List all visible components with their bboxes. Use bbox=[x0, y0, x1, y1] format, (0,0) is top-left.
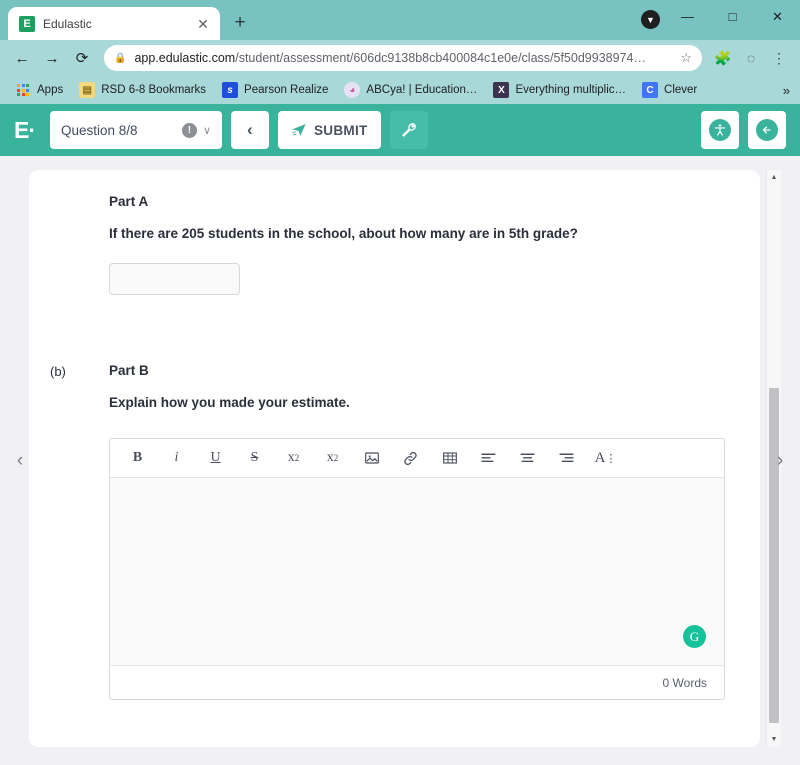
link-icon[interactable] bbox=[401, 447, 420, 469]
submit-button[interactable]: SUBMIT bbox=[278, 111, 381, 149]
bookmark-label: Clever bbox=[664, 84, 698, 96]
scroll-up-icon[interactable]: ▲ bbox=[767, 170, 781, 185]
reload-icon[interactable]: ⟳ bbox=[68, 44, 96, 72]
close-icon[interactable]: ✕ bbox=[194, 15, 212, 33]
editor-toolbar: B i U S x2 x2 A ⋮ bbox=[110, 439, 724, 478]
bookmarks-overflow-icon[interactable]: » bbox=[783, 83, 790, 98]
extensions-icon[interactable]: 🧩 bbox=[710, 45, 736, 71]
bookmark-star-icon[interactable]: ☆ bbox=[680, 50, 692, 66]
bookmark-label: RSD 6-8 Bookmarks bbox=[101, 84, 207, 96]
folder-icon: ▤ bbox=[79, 82, 96, 98]
assessment-header: E· Question 8/8 ! ∨ ‹ SUBMIT bbox=[0, 104, 800, 156]
window-close-icon[interactable]: ✕ bbox=[755, 0, 800, 33]
window-controls: — □ ✕ bbox=[665, 0, 800, 33]
editor-text-area[interactable]: G bbox=[110, 478, 724, 665]
clever-icon: C bbox=[642, 82, 659, 98]
part-a-answer-input[interactable] bbox=[109, 263, 240, 295]
x-site-icon: X bbox=[493, 82, 510, 98]
bold-icon[interactable]: B bbox=[128, 447, 147, 469]
wrench-icon bbox=[401, 123, 416, 137]
question-card: Part A If there are 205 students in the … bbox=[29, 170, 760, 747]
tab-strip: E Edulastic ✕ + ▼ — □ ✕ bbox=[0, 0, 800, 40]
lock-icon: 🔒 bbox=[114, 52, 127, 64]
bookmark-label: ABCya! | Education… bbox=[366, 84, 478, 96]
question-selector[interactable]: Question 8/8 ! ∨ bbox=[50, 111, 222, 149]
browser-toolbar: ← → ⟳ 🔒 app.edulastic.com/student/assess… bbox=[0, 40, 800, 76]
tab-title: Edulastic bbox=[43, 16, 92, 31]
strikethrough-icon[interactable]: S bbox=[245, 447, 264, 469]
minimize-icon[interactable]: — bbox=[665, 0, 710, 33]
edulastic-icon: E bbox=[19, 15, 35, 32]
forward-icon[interactable]: → bbox=[38, 44, 66, 72]
scroll-down-icon[interactable]: ▼ bbox=[767, 732, 781, 747]
submit-label: SUBMIT bbox=[314, 122, 368, 138]
italic-icon[interactable]: i bbox=[167, 447, 186, 469]
profile-icon[interactable]: ◌ bbox=[738, 45, 764, 71]
url-text: app.edulastic.com/student/assessment/606… bbox=[134, 51, 672, 65]
align-left-icon[interactable] bbox=[479, 447, 498, 469]
chevron-down-icon[interactable]: ∨ bbox=[203, 124, 211, 137]
table-icon[interactable] bbox=[440, 447, 459, 469]
apps-grid-icon bbox=[15, 82, 31, 98]
bookmark-apps[interactable]: Apps bbox=[8, 79, 70, 101]
scrollbar-thumb[interactable] bbox=[769, 388, 779, 723]
accessibility-button[interactable] bbox=[701, 111, 739, 149]
back-icon[interactable]: ← bbox=[8, 44, 36, 72]
part-b-letter: (b) bbox=[50, 364, 66, 379]
grammarly-icon[interactable]: G bbox=[683, 625, 706, 648]
next-item-arrow[interactable]: › bbox=[768, 444, 792, 478]
part-a-prompt: If there are 205 students in the school,… bbox=[109, 226, 578, 241]
question-content: Part A If there are 205 students in the … bbox=[29, 170, 760, 700]
part-a-section: Part A If there are 205 students in the … bbox=[109, 194, 730, 295]
question-stage: ‹ › Part A If there are 205 students in … bbox=[0, 156, 800, 765]
font-options-icon[interactable]: A ⋮ bbox=[595, 447, 617, 469]
paper-plane-icon bbox=[292, 124, 306, 136]
header-right-actions bbox=[701, 111, 786, 149]
bookmark-clever[interactable]: C Clever bbox=[635, 79, 704, 101]
underline-icon[interactable]: U bbox=[206, 447, 225, 469]
bookmarks-bar: Apps ▤ RSD 6-8 Bookmarks s Pearson Reali… bbox=[0, 76, 800, 104]
question-counter: Question 8/8 bbox=[61, 122, 138, 138]
exit-arrow-icon bbox=[756, 119, 778, 141]
new-tab-button[interactable]: + bbox=[226, 9, 254, 37]
pearson-icon: s bbox=[222, 82, 239, 98]
part-b-heading: Part B bbox=[109, 363, 149, 378]
word-count: 0 Words bbox=[662, 675, 707, 690]
subscript-icon[interactable]: x2 bbox=[284, 447, 303, 469]
address-bar[interactable]: 🔒 app.edulastic.com/student/assessment/6… bbox=[104, 45, 702, 71]
bookmark-rsd[interactable]: ▤ RSD 6-8 Bookmarks bbox=[72, 79, 213, 101]
bookmark-label: Everything multiplic… bbox=[515, 84, 627, 96]
bookmark-label: Apps bbox=[37, 84, 64, 96]
url-path: /student/assessment/606dc9138b8cb400084c… bbox=[235, 51, 646, 65]
part-b-prompt: Explain how you made your estimate. bbox=[109, 395, 350, 410]
url-domain: app.edulastic.com bbox=[134, 51, 236, 65]
part-a-heading: Part A bbox=[109, 194, 149, 209]
part-b-section: (b) Part B Explain how you made your est… bbox=[50, 363, 730, 700]
align-center-icon[interactable] bbox=[518, 447, 537, 469]
accessibility-icon bbox=[709, 119, 731, 141]
browser-tab-edulastic[interactable]: E Edulastic ✕ bbox=[8, 7, 220, 40]
browser-window: E Edulastic ✕ + ▼ — □ ✕ ← → ⟳ 🔒 app.edul… bbox=[0, 0, 800, 765]
tools-button[interactable] bbox=[389, 111, 428, 149]
exit-assessment-button[interactable] bbox=[748, 111, 786, 149]
abcya-icon: ◕ bbox=[344, 82, 361, 98]
edulastic-logo[interactable]: E· bbox=[14, 117, 36, 144]
editor-footer: 0 Words bbox=[110, 665, 724, 699]
download-indicator-icon[interactable]: ▼ bbox=[641, 10, 660, 29]
previous-item-arrow[interactable]: ‹ bbox=[8, 444, 32, 478]
rich-text-editor: B i U S x2 x2 A ⋮ G 0 Words bbox=[109, 438, 725, 700]
bookmark-pearson[interactable]: s Pearson Realize bbox=[215, 79, 335, 101]
image-icon[interactable] bbox=[362, 447, 381, 469]
bookmark-everything-multiplication[interactable]: X Everything multiplic… bbox=[486, 79, 633, 101]
bookmark-label: Pearson Realize bbox=[244, 84, 329, 96]
superscript-icon[interactable]: x2 bbox=[323, 447, 342, 469]
browser-menu-icon[interactable]: ⋮ bbox=[766, 45, 792, 71]
info-icon[interactable]: ! bbox=[181, 122, 197, 138]
previous-question-button[interactable]: ‹ bbox=[231, 111, 269, 149]
chevron-left-icon: ‹ bbox=[247, 120, 253, 139]
align-right-icon[interactable] bbox=[557, 447, 576, 469]
maximize-icon[interactable]: □ bbox=[710, 0, 755, 33]
bookmark-abcya[interactable]: ◕ ABCya! | Education… bbox=[337, 79, 484, 101]
